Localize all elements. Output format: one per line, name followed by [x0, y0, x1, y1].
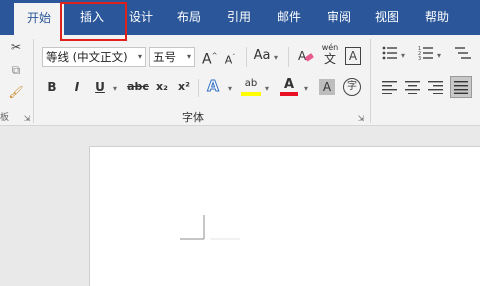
- font-color-button[interactable]: A: [280, 77, 298, 99]
- strikethrough-button[interactable]: abc: [127, 79, 149, 95]
- font-color-glyph: A: [283, 77, 295, 92]
- italic-button[interactable]: I: [70, 79, 84, 95]
- align-center-icon[interactable]: [405, 80, 421, 94]
- phonetic-guide-top: wén: [321, 43, 339, 52]
- enclose-characters-button[interactable]: 字: [343, 78, 361, 96]
- separator: [288, 47, 289, 67]
- separator: [246, 47, 247, 67]
- chevron-down-icon[interactable]: ▾: [228, 85, 232, 93]
- tab-view[interactable]: 视图: [364, 0, 410, 35]
- tab-layout[interactable]: 布局: [166, 0, 212, 35]
- align-left-icon[interactable]: [382, 80, 398, 94]
- ribbon-tab-bar: 开始 插入 设计 布局 引用 邮件 审阅 视图 帮助: [0, 0, 480, 35]
- copy-icon[interactable]: ⧉: [8, 63, 24, 77]
- group-separator: [33, 39, 34, 123]
- grow-font-button[interactable]: A^: [202, 48, 217, 68]
- highlight-glyph: ab: [244, 78, 258, 89]
- underline-button[interactable]: U: [93, 79, 107, 95]
- tab-references[interactable]: 引用: [216, 0, 262, 35]
- cut-icon[interactable]: ✂: [8, 40, 24, 54]
- ribbon: ✂ ⧉ 🖌 板 ⇲ 等线 (中文正文) ▾ 五号 ▾ A^ Aˇ Aa ▾ A …: [0, 35, 480, 126]
- clear-formatting-icon[interactable]: A: [297, 47, 315, 65]
- text-effects-button[interactable]: A: [206, 78, 220, 95]
- align-right-icon[interactable]: [428, 80, 444, 94]
- phonetic-guide-main: 文: [323, 52, 336, 66]
- svg-text:3: 3: [418, 56, 421, 61]
- font-name-combo[interactable]: 等线 (中文正文) ▾: [42, 47, 146, 67]
- character-border-button[interactable]: A: [345, 47, 361, 65]
- tab-design[interactable]: 设计: [118, 0, 164, 35]
- bold-button[interactable]: B: [45, 79, 59, 95]
- chevron-down-icon[interactable]: ▾: [138, 48, 142, 66]
- font-group-label: 字体: [182, 111, 204, 124]
- group-separator: [370, 39, 371, 123]
- tab-mailings[interactable]: 邮件: [266, 0, 312, 35]
- subscript-button[interactable]: x₂: [154, 79, 170, 95]
- clipboard-dialog-launcher-icon[interactable]: ⇲: [22, 112, 32, 126]
- font-color-bar: [280, 92, 298, 96]
- justify-icon[interactable]: [450, 76, 472, 98]
- chevron-down-icon[interactable]: ▾: [274, 54, 278, 62]
- character-shading-button[interactable]: A: [319, 79, 335, 95]
- change-case-button[interactable]: Aa: [252, 48, 272, 64]
- format-painter-icon[interactable]: 🖌: [7, 85, 25, 99]
- font-size-combo[interactable]: 五号 ▾: [149, 47, 195, 67]
- text-highlight-button[interactable]: ab: [241, 77, 261, 99]
- chevron-down-icon[interactable]: ▾: [187, 48, 191, 66]
- font-name-value: 等线 (中文正文): [46, 50, 128, 64]
- chevron-down-icon[interactable]: ▾: [401, 52, 405, 60]
- grow-font-icon: A: [202, 51, 212, 68]
- tab-insert[interactable]: 插入: [66, 0, 118, 35]
- font-size-value: 五号: [153, 50, 176, 64]
- chevron-down-icon[interactable]: ▾: [113, 85, 117, 93]
- chevron-down-icon[interactable]: ▾: [437, 52, 441, 60]
- separator: [198, 79, 199, 97]
- margin-corner-mark: [180, 215, 240, 240]
- svg-text:A: A: [298, 49, 307, 63]
- clipboard-label-fragment: 板: [0, 113, 10, 123]
- numbering-icon[interactable]: 123: [418, 45, 434, 62]
- chevron-down-icon[interactable]: ▾: [265, 85, 269, 93]
- phonetic-guide-button[interactable]: wén 文: [320, 43, 340, 67]
- multilevel-list-icon[interactable]: [455, 45, 471, 61]
- font-dialog-launcher-icon[interactable]: ⇲: [356, 112, 366, 126]
- tab-review[interactable]: 审阅: [316, 0, 362, 35]
- document-page[interactable]: [89, 146, 480, 286]
- tab-help[interactable]: 帮助: [414, 0, 460, 35]
- tab-home[interactable]: 开始: [14, 3, 64, 35]
- bullets-icon[interactable]: [382, 45, 398, 61]
- highlight-color-bar: [241, 92, 261, 96]
- chevron-down-icon[interactable]: ▾: [304, 85, 308, 93]
- shrink-font-button[interactable]: Aˇ: [224, 50, 236, 69]
- superscript-button[interactable]: x²: [176, 79, 192, 95]
